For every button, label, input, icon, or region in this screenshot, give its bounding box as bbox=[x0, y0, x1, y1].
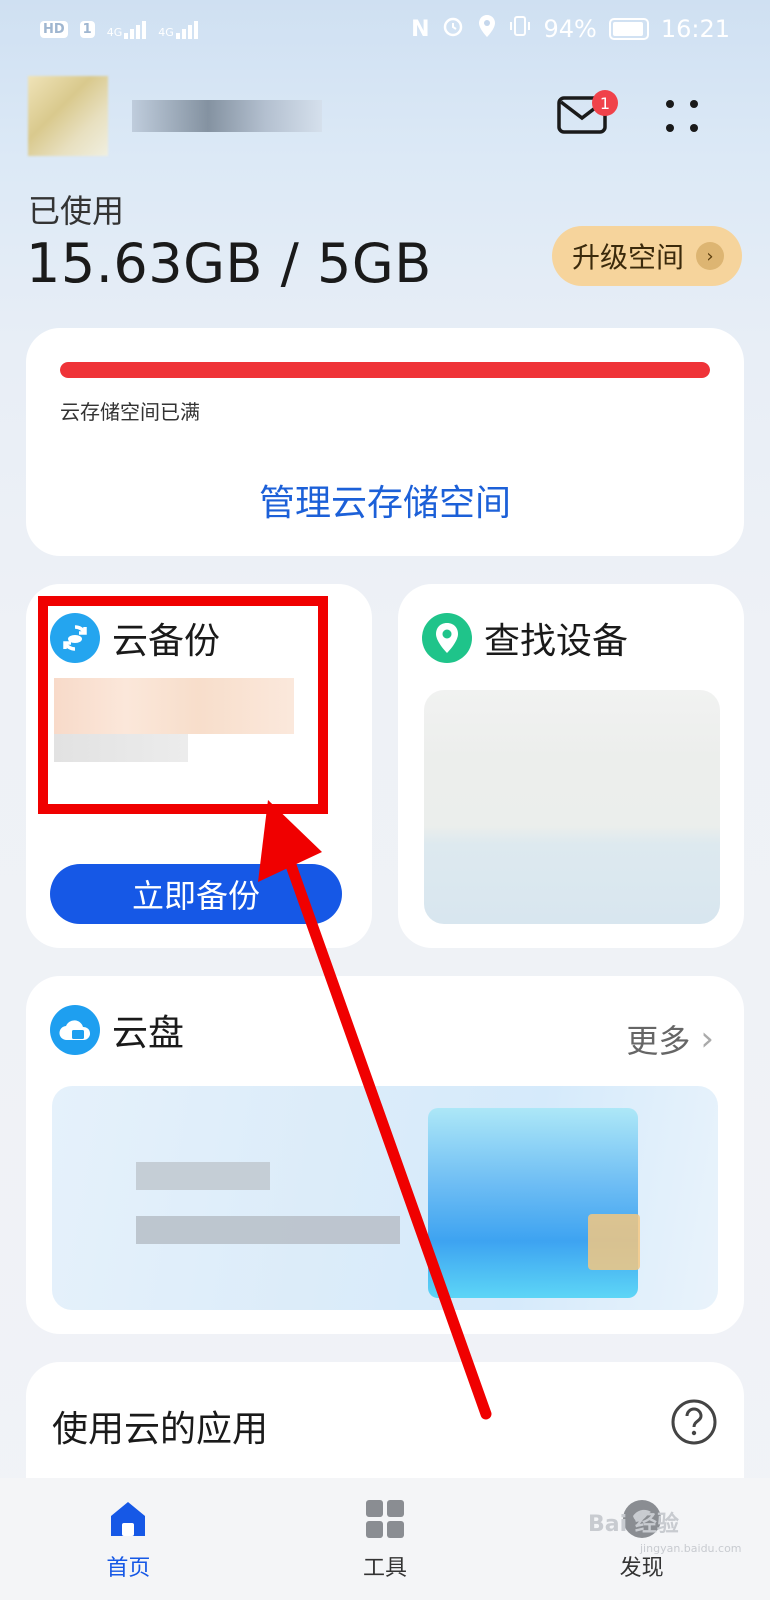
status-right: N 94% 16:21 bbox=[411, 14, 730, 44]
grid-icon bbox=[365, 1500, 404, 1538]
backup-now-button[interactable]: 立即备份 bbox=[50, 864, 342, 924]
upgrade-storage-button[interactable]: 升级空间 › bbox=[552, 226, 742, 286]
nav-label-home: 首页 bbox=[106, 1556, 151, 1581]
device-map-preview[interactable] bbox=[424, 690, 720, 924]
vibrate-icon bbox=[509, 14, 531, 44]
status-left: HD 1 4G 4G bbox=[40, 19, 198, 39]
watermark-text: Bai 经验 bbox=[588, 1512, 679, 1537]
chevron-right-icon: › bbox=[700, 1019, 714, 1059]
baidu-watermark: Bai 经验 bbox=[588, 1506, 679, 1538]
hd-badge: HD bbox=[40, 20, 68, 38]
nav-label-tools: 工具 bbox=[362, 1556, 407, 1581]
signal-icon: 4G bbox=[107, 19, 147, 39]
storage-progress-bar bbox=[60, 362, 710, 378]
nav-item-tools[interactable]: 工具 bbox=[295, 1496, 475, 1582]
home-icon bbox=[111, 1502, 146, 1536]
drive-title-row: 云盘 bbox=[50, 1004, 184, 1056]
more-menu-button[interactable] bbox=[662, 96, 702, 136]
banner-subtitle-redacted bbox=[136, 1216, 400, 1244]
upgrade-label: 升级空间 bbox=[572, 241, 685, 274]
help-button[interactable] bbox=[670, 1398, 718, 1446]
cloud-drive-card: 云盘 更多 › bbox=[26, 976, 744, 1334]
battery-icon bbox=[608, 18, 649, 40]
storage-progress-fill bbox=[60, 362, 710, 378]
mail-badge: 1 bbox=[592, 90, 618, 116]
find-device-title: 查找设备 bbox=[484, 621, 629, 662]
question-icon bbox=[671, 1399, 717, 1445]
used-value: 15.63GB / 5GB bbox=[26, 232, 432, 295]
avatar[interactable] bbox=[28, 76, 108, 156]
watermark-url: jingyan.baidu.com bbox=[640, 1542, 742, 1555]
chevron-right-icon: › bbox=[696, 242, 725, 270]
clock: 16:21 bbox=[660, 15, 730, 43]
nfc-icon: N bbox=[411, 16, 430, 42]
status-bar: HD 1 4G 4G N 94% 16:21 bbox=[0, 0, 770, 58]
drive-banner[interactable] bbox=[52, 1086, 718, 1310]
location-pin-icon bbox=[422, 613, 472, 663]
storage-card: 云存储空间已满 管理云存储空间 bbox=[26, 328, 744, 556]
sim1-badge: 1 bbox=[79, 20, 95, 38]
more-label: 更多 bbox=[626, 1022, 691, 1060]
alarm-icon bbox=[441, 14, 465, 44]
account-name-redacted bbox=[132, 100, 322, 132]
storage-status-text: 云存储空间已满 bbox=[60, 400, 200, 424]
drive-title: 云盘 bbox=[112, 1013, 185, 1054]
manage-storage-link[interactable]: 管理云存储空间 bbox=[26, 474, 744, 526]
battery-percent: 94% bbox=[543, 15, 597, 43]
find-device-card[interactable]: 查找设备 bbox=[398, 584, 744, 948]
location-icon bbox=[477, 14, 497, 44]
bottom-nav: 首页 工具 发现 bbox=[0, 1478, 770, 1600]
apps-title: 使用云的应用 bbox=[52, 1409, 269, 1450]
dots-grid-icon bbox=[666, 100, 698, 132]
cloud-folder-icon bbox=[50, 1005, 100, 1055]
nav-item-home[interactable]: 首页 bbox=[38, 1496, 218, 1582]
banner-title-redacted bbox=[136, 1162, 270, 1190]
drive-more-link[interactable]: 更多 › bbox=[626, 1016, 714, 1062]
used-label: 已使用 bbox=[28, 192, 125, 230]
banner-illustration-accent bbox=[588, 1214, 640, 1270]
find-title-row: 查找设备 bbox=[422, 612, 628, 664]
signal-icon: 4G bbox=[158, 19, 198, 39]
annotation-highlight-box bbox=[38, 596, 328, 814]
